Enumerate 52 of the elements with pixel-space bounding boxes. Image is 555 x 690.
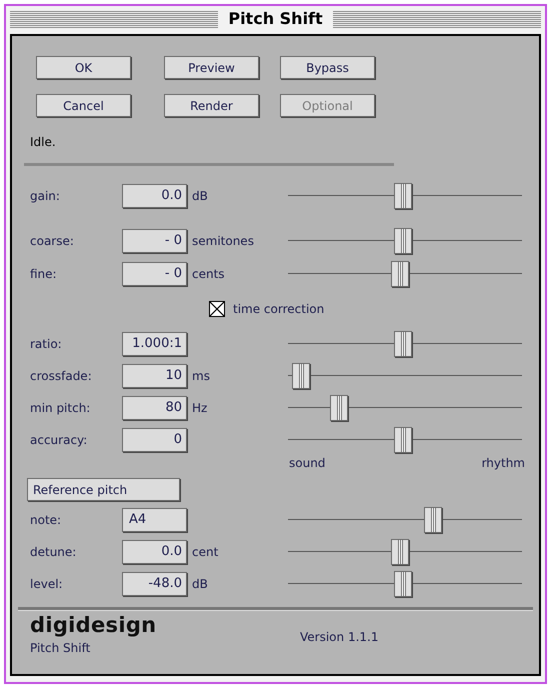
value-field[interactable]: A4 <box>122 508 187 532</box>
slider-thumb[interactable] <box>394 183 412 209</box>
parameter-label: detune: <box>30 545 78 559</box>
range-min-label: sound <box>289 456 326 470</box>
parameter-label: coarse: <box>30 234 75 248</box>
value-field[interactable]: -48.0 <box>122 572 187 596</box>
parameter-label: level: <box>30 577 64 591</box>
value-field[interactable]: 0.0 <box>122 540 187 564</box>
checkbox[interactable] <box>209 301 225 317</box>
dialog-button[interactable]: Cancel <box>36 94 131 117</box>
brand-logo: digidesign <box>30 613 158 637</box>
slider-thumb[interactable] <box>394 427 412 453</box>
parameter-label: gain: <box>30 189 61 203</box>
parameter-label: crossfade: <box>30 369 93 383</box>
unit-label: cent <box>192 545 220 559</box>
parameter-label: min pitch: <box>30 401 92 415</box>
unit-label: dB <box>192 189 209 203</box>
unit-label: ms <box>192 369 211 383</box>
range-max-label: rhythm <box>482 456 525 470</box>
dialog-button[interactable]: Render <box>164 94 259 117</box>
dialog-button[interactable]: Preview <box>164 56 259 79</box>
window-title: Pitch Shift <box>218 8 333 30</box>
reference-pitch-button[interactable]: Reference pitch <box>27 478 180 501</box>
unit-label: dB <box>192 577 209 591</box>
value-field[interactable]: 0 <box>122 428 187 452</box>
parameter-label: accuracy: <box>30 433 88 447</box>
unit-label: Hz <box>192 401 208 415</box>
value-field[interactable]: 1.000:1 <box>122 332 187 356</box>
value-field[interactable]: 80 <box>122 396 187 420</box>
plugin-name: Pitch Shift <box>30 641 92 655</box>
parameter-label: note: <box>30 513 62 527</box>
unit-label: semitones <box>192 234 255 248</box>
slider-thumb[interactable] <box>292 363 310 389</box>
slider-thumb[interactable] <box>394 331 412 357</box>
dialog-button[interactable]: Bypass <box>280 56 375 79</box>
status-text: Idle. <box>30 135 57 151</box>
slider-thumb[interactable] <box>391 261 410 287</box>
slider-thumb[interactable] <box>394 571 412 597</box>
value-field[interactable]: - 0 <box>122 229 187 253</box>
unit-label: cents <box>192 267 226 281</box>
dialog-button[interactable]: OK <box>36 56 131 79</box>
parameter-label: ratio: <box>30 337 63 351</box>
value-field[interactable]: 0.0 <box>122 184 187 208</box>
slider-thumb[interactable] <box>424 507 442 533</box>
value-field[interactable]: 10 <box>122 364 187 388</box>
value-field[interactable]: - 0 <box>122 262 187 286</box>
slider-thumb[interactable] <box>394 228 412 254</box>
slider-thumb[interactable] <box>391 539 410 565</box>
version-text: Version 1.1.1 <box>300 630 380 644</box>
slider-thumb[interactable] <box>330 395 348 421</box>
checkbox-label: time correction <box>233 302 324 316</box>
parameter-label: fine: <box>30 267 58 281</box>
